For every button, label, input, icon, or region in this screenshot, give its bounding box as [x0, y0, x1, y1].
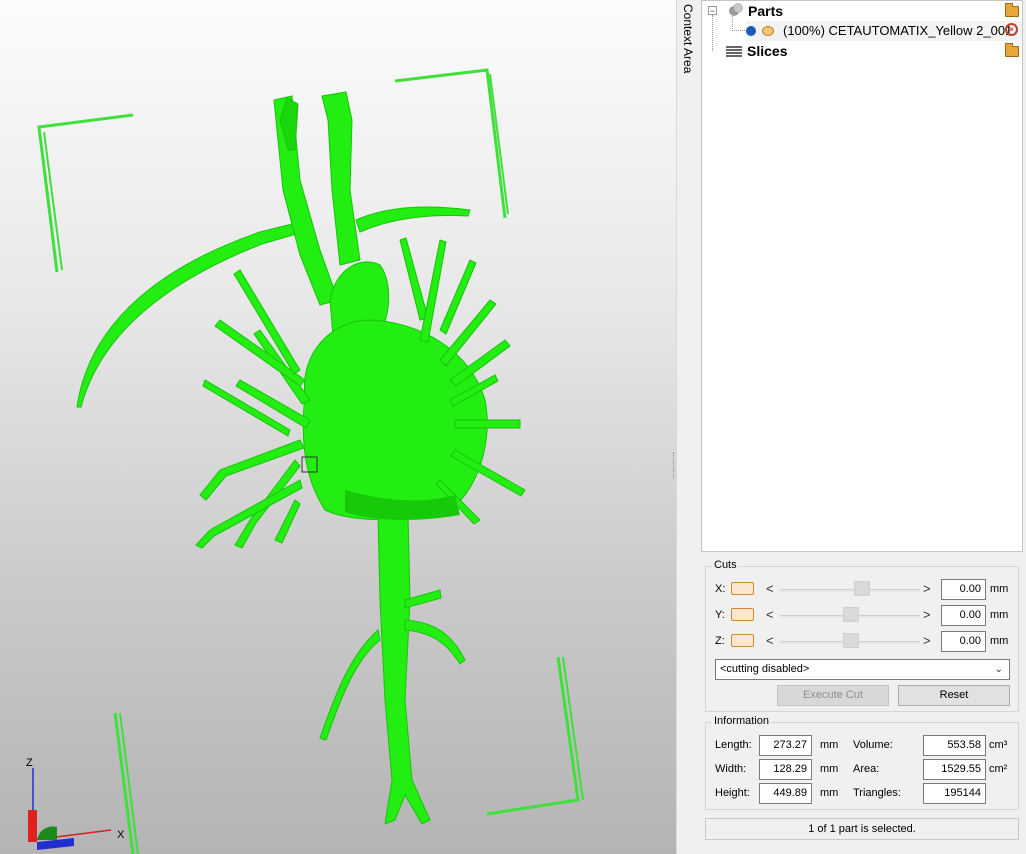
visibility-eye-icon[interactable]: [762, 26, 774, 36]
cut-y-toggle[interactable]: [731, 608, 754, 621]
viewport-canvas[interactable]: Z X: [0, 0, 676, 854]
triangles-label: Triangles:: [853, 787, 901, 799]
cut-x-input[interactable]: 0.00: [941, 579, 986, 600]
slices-icon: [726, 44, 742, 57]
cut-x-toggle[interactable]: [731, 582, 754, 595]
width-value: 128.29: [759, 759, 812, 780]
volume-unit: cm³: [989, 739, 1008, 751]
collapse-icon[interactable]: −: [708, 6, 717, 16]
folder-open-icon[interactable]: [1005, 3, 1019, 17]
cut-z-increment[interactable]: >: [923, 633, 931, 648]
cut-x-slider-thumb[interactable]: [854, 581, 870, 596]
cut-mode-select[interactable]: <cutting disabled> ⌄: [715, 659, 1010, 680]
height-label: Height:: [715, 787, 750, 799]
cut-z-toggle[interactable]: [731, 634, 754, 647]
z-axis-label: Z: [26, 757, 33, 769]
tree-connector: [712, 15, 714, 51]
parts-icon: [728, 3, 744, 17]
reset-button[interactable]: Reset: [898, 685, 1010, 706]
3d-viewport[interactable]: Z X: [0, 0, 676, 854]
chevron-down-icon: ⌄: [994, 664, 1003, 675]
cut-z-slider-thumb[interactable]: [843, 633, 859, 648]
cut-x-label: X:: [715, 583, 726, 595]
part-name: (100%) CETAUTOMATIX_Yellow 2_001: [783, 23, 1013, 38]
cut-y-unit: mm: [990, 609, 1009, 621]
slices-label: Slices: [747, 43, 788, 59]
information-title: Information: [712, 715, 772, 727]
cut-x-unit: mm: [990, 583, 1009, 595]
width-label: Width:: [715, 763, 747, 775]
cut-y-input[interactable]: 0.00: [941, 605, 986, 626]
scene-tree[interactable]: − Parts (100%) CETAUTOMATIX_Yellow 2_001…: [701, 0, 1023, 552]
area-value: 1529.55: [923, 759, 986, 780]
cut-z-decrement[interactable]: <: [766, 633, 774, 648]
area-unit: cm²: [989, 763, 1008, 775]
parts-label: Parts: [748, 3, 784, 19]
height-unit: mm: [820, 787, 839, 799]
length-label: Length:: [715, 739, 752, 751]
cut-x-slider[interactable]: [780, 589, 920, 592]
cut-mode-value: <cutting disabled>: [720, 663, 810, 675]
execute-cut-button[interactable]: Execute Cut: [777, 685, 889, 706]
selection-status: 1 of 1 part is selected.: [705, 818, 1019, 840]
close-part-icon[interactable]: ×: [1005, 23, 1018, 36]
cut-y-decrement[interactable]: <: [766, 607, 774, 622]
folder-open-icon[interactable]: [1005, 43, 1019, 57]
length-unit: mm: [820, 739, 839, 751]
cuts-title: Cuts: [712, 559, 739, 571]
3d-model-heart[interactable]: [76, 91, 526, 825]
volume-value: 553.58: [923, 735, 986, 756]
x-axis-label: X: [117, 829, 125, 841]
cut-x-decrement[interactable]: <: [766, 581, 774, 596]
volume-label: Volume:: [853, 739, 893, 751]
length-value: 273.27: [759, 735, 812, 756]
axis-gizmo: Z X: [26, 757, 125, 850]
tree-item-part[interactable]: (100%) CETAUTOMATIX_Yellow 2_001: [746, 21, 1022, 41]
triangles-value: 195144: [923, 783, 986, 804]
area-label: Area:: [853, 763, 880, 775]
cut-y-slider-thumb[interactable]: [843, 607, 859, 622]
cut-y-label: Y:: [715, 609, 725, 621]
cut-y-increment[interactable]: >: [923, 607, 931, 622]
context-area-splitter[interactable]: [676, 0, 701, 854]
cut-z-unit: mm: [990, 635, 1009, 647]
width-unit: mm: [820, 763, 839, 775]
context-area-tab[interactable]: Context Area: [679, 4, 697, 74]
tree-connector: [732, 16, 745, 31]
cut-z-input[interactable]: 0.00: [941, 631, 986, 652]
height-value: 449.89: [759, 783, 812, 804]
cut-z-label: Z:: [715, 635, 725, 647]
status-dot-icon: [746, 26, 756, 36]
cut-x-increment[interactable]: >: [923, 581, 931, 596]
